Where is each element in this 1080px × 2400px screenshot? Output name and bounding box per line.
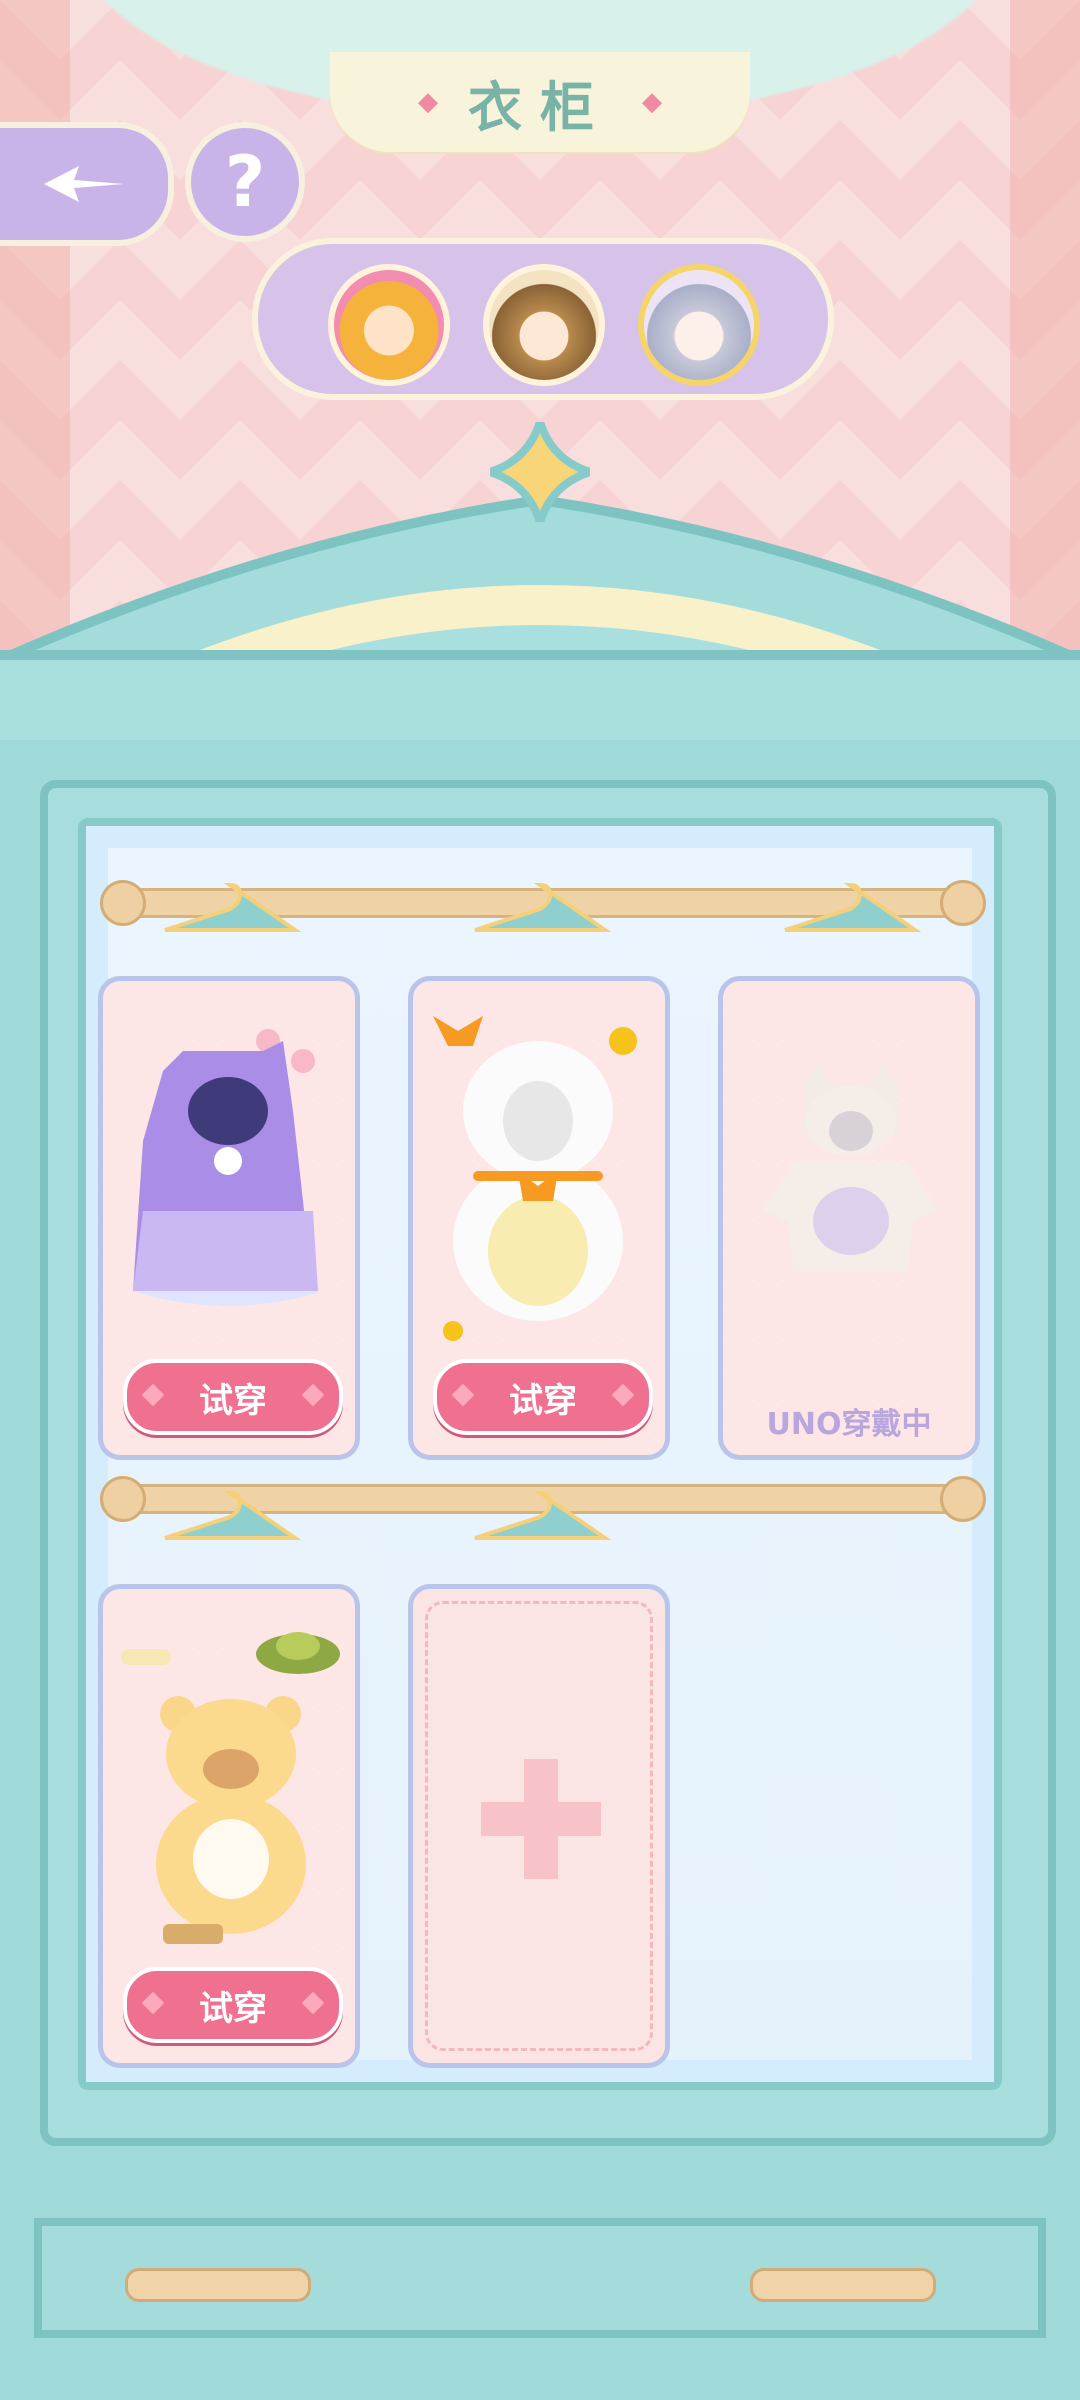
character-avatar-3-selected[interactable] (638, 264, 760, 386)
rail-cap (100, 1476, 146, 1522)
hanger-icon (784, 882, 922, 932)
character-avatar-2[interactable] (483, 264, 605, 386)
character-selector (252, 238, 834, 400)
hanger-icon (474, 1490, 612, 1540)
hanger-icon (474, 882, 612, 932)
lilac-cat-pajama-image (763, 1066, 938, 1271)
help-button[interactable]: ? (185, 122, 305, 242)
outfit-card-calico-cat[interactable]: 试穿 (408, 976, 670, 1460)
rail-cap (940, 1476, 986, 1522)
drawer-handle (750, 2268, 936, 2302)
star-gem-icon (490, 422, 590, 522)
plus-icon (481, 1802, 601, 1836)
calico-cat-costume-image (433, 1016, 637, 1341)
character-avatar-1[interactable] (328, 264, 450, 386)
try-on-button[interactable]: 试穿 (123, 1967, 343, 2043)
title-banner: ◆ 衣柜 ◆ (330, 52, 750, 152)
back-arrow-icon (44, 166, 124, 202)
try-on-button[interactable]: 试穿 (433, 1359, 653, 1435)
try-on-button[interactable]: 试穿 (123, 1359, 343, 1435)
add-outfit-slot[interactable] (408, 1584, 670, 2068)
diamond-icon: ◆ (418, 87, 438, 117)
rail-cap (100, 880, 146, 926)
hanger-icon (164, 1490, 302, 1540)
back-button[interactable] (0, 122, 174, 246)
hanger-icon (164, 882, 302, 932)
rail-cap (940, 880, 986, 926)
wearing-status-label: UNO穿戴中 (766, 1407, 932, 1442)
outfit-card-lilac-cat-worn[interactable]: UNO穿戴中 (718, 976, 980, 1460)
diamond-icon: ◆ (642, 87, 662, 117)
outfit-card-purple-cat[interactable]: 试穿 (98, 976, 360, 1460)
drawer-handle (125, 2268, 311, 2302)
purple-cat-hoodie-image (133, 1029, 323, 1306)
bear-costume-image (121, 1632, 340, 1944)
outfit-card-bear[interactable]: 试穿 (98, 1584, 360, 2068)
page-title: 衣柜 (468, 75, 612, 139)
